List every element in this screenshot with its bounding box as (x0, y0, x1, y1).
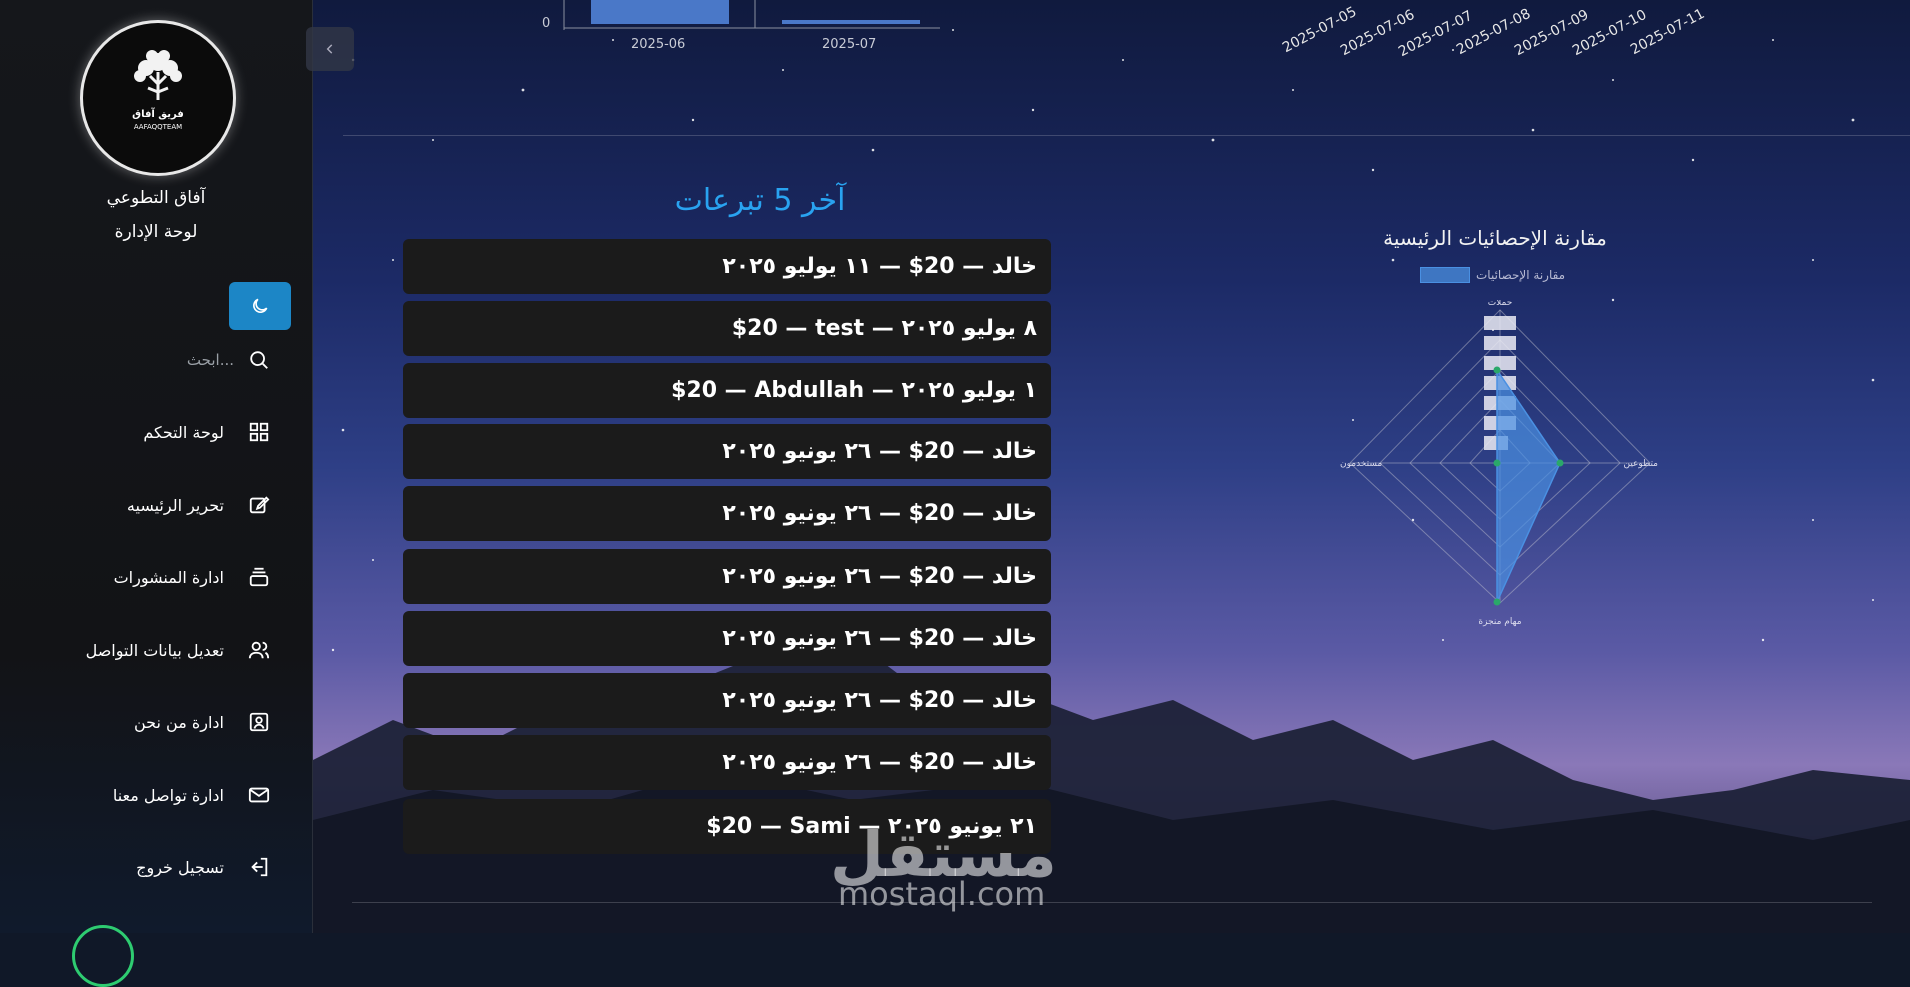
logout-icon (251, 857, 268, 877)
x-tick-label: 2025-06 (631, 37, 686, 52)
donation-item: خالد — 20$ — ٢٦ يونيو ٢٠٢٥ (403, 486, 1051, 541)
edit-icon (249, 496, 270, 514)
radar-chart: حملات متطوعين مهام منجزة مستخدمون (1340, 300, 1658, 627)
sidebar-item-label: تسجيل خروج (136, 857, 224, 877)
bar-2025-07 (782, 20, 920, 24)
team-logo: فريق آفاق AAFAQQTEAM (80, 20, 236, 176)
legend-swatch (1420, 267, 1470, 283)
users-icon (248, 641, 270, 659)
sidebar-item-label: ادارة المنشورات (113, 567, 224, 587)
panel-name: لوحة الإدارة (114, 222, 198, 242)
moon-icon (253, 298, 268, 313)
bar-chart (563, 0, 940, 30)
search-input[interactable]: ابحث... (187, 351, 234, 369)
sidebar-item-label: تحرير الرئيسيه (126, 495, 224, 515)
sidebar-item-label: ادارة تواصل معنا (112, 785, 224, 805)
grid-icon (249, 422, 269, 442)
donation-item: خالد — 20$ — ٢٦ يونيو ٢٠٢٥ (403, 673, 1051, 728)
chevron-left-icon (326, 44, 333, 54)
sidebar-item-label: ادارة من نحن (133, 712, 224, 732)
sidebar: فريق آفاق AAFAQQTEAM آفاق التطوعي لوحة ا… (0, 0, 313, 987)
y-tick-label: 0 (542, 16, 551, 31)
status-indicator (72, 925, 134, 987)
radar-axis-label: متطوعين (1623, 459, 1658, 469)
radar-series-area (1496, 367, 1561, 603)
donation-item: خالد — 20$ — ٢٦ يونيو ٢٠٢٥ (403, 735, 1051, 790)
sidebar-item-label: لوحة التحكم (143, 422, 224, 442)
footer-divider (352, 902, 1872, 903)
logo-subtext: AAFAQQTEAM (133, 123, 183, 131)
search-box[interactable]: ابحث... (60, 340, 270, 380)
section-divider (343, 135, 1910, 136)
radar-chart-title: مقارنة الإحصائيات الرئيسية (1383, 226, 1607, 250)
sidebar-item-label: تعديل بيانات التواصل (85, 640, 224, 660)
tree-icon (134, 50, 182, 100)
legend-label: مقارنة الإحصائيات (1476, 268, 1566, 282)
watermark-url: mostaql.com (838, 875, 1046, 913)
bar-2025-06 (591, 0, 729, 24)
donation-item: خالد — 20$ — ٢٦ يونيو ٢٠٢٥ (403, 424, 1051, 479)
radar-axis-label: مستخدمون (1340, 459, 1382, 469)
donation-item: $20 — test — ٨ يوليو ٢٠٢٥ (403, 301, 1051, 356)
radar-legend: مقارنة الإحصائيات (1420, 267, 1565, 283)
sidebar-item-dashboard[interactable]: لوحة التحكم (40, 412, 270, 452)
donation-item: $20 — Abdullah — ١ يوليو ٢٠٢٥ (403, 363, 1051, 418)
org-name: آفاق التطوعي (106, 188, 206, 208)
radar-axis-label: مهام منجزة (1478, 617, 1521, 627)
sidebar-item-edit-home[interactable]: تحرير الرئيسيه (40, 485, 270, 525)
sidebar-item-contact-info[interactable]: تعديل بيانات التواصل (40, 630, 270, 670)
x-tick-label: 2025-07 (822, 37, 877, 52)
donations-title: آخر 5 تبرعات (674, 183, 846, 218)
donation-item: خالد — 20$ — ٢٦ يونيو ٢٠٢٥ (403, 611, 1051, 666)
radar-axis-label: حملات (1488, 300, 1513, 308)
sidebar-item-about[interactable]: ادارة من نحن (40, 702, 270, 742)
logo-text: فريق آفاق (132, 109, 184, 120)
sidebar-item-posts[interactable]: ادارة المنشورات (40, 557, 270, 597)
sidebar-item-logout[interactable]: تسجيل خروج (40, 847, 270, 887)
sidebar-item-contact-us[interactable]: ادارة تواصل معنا (40, 775, 270, 815)
user-card-icon (249, 712, 269, 732)
donation-item: خالد — 20$ — ١١ يوليو ٢٠٢٥ (403, 239, 1051, 294)
mail-icon (248, 787, 270, 803)
donation-item: خالد — 20$ — ٢٦ يونيو ٢٠٢٥ (403, 549, 1051, 604)
layers-icon (249, 567, 269, 587)
theme-toggle-button[interactable] (229, 282, 291, 330)
collapse-sidebar-button[interactable] (306, 27, 354, 71)
search-icon (250, 351, 268, 369)
